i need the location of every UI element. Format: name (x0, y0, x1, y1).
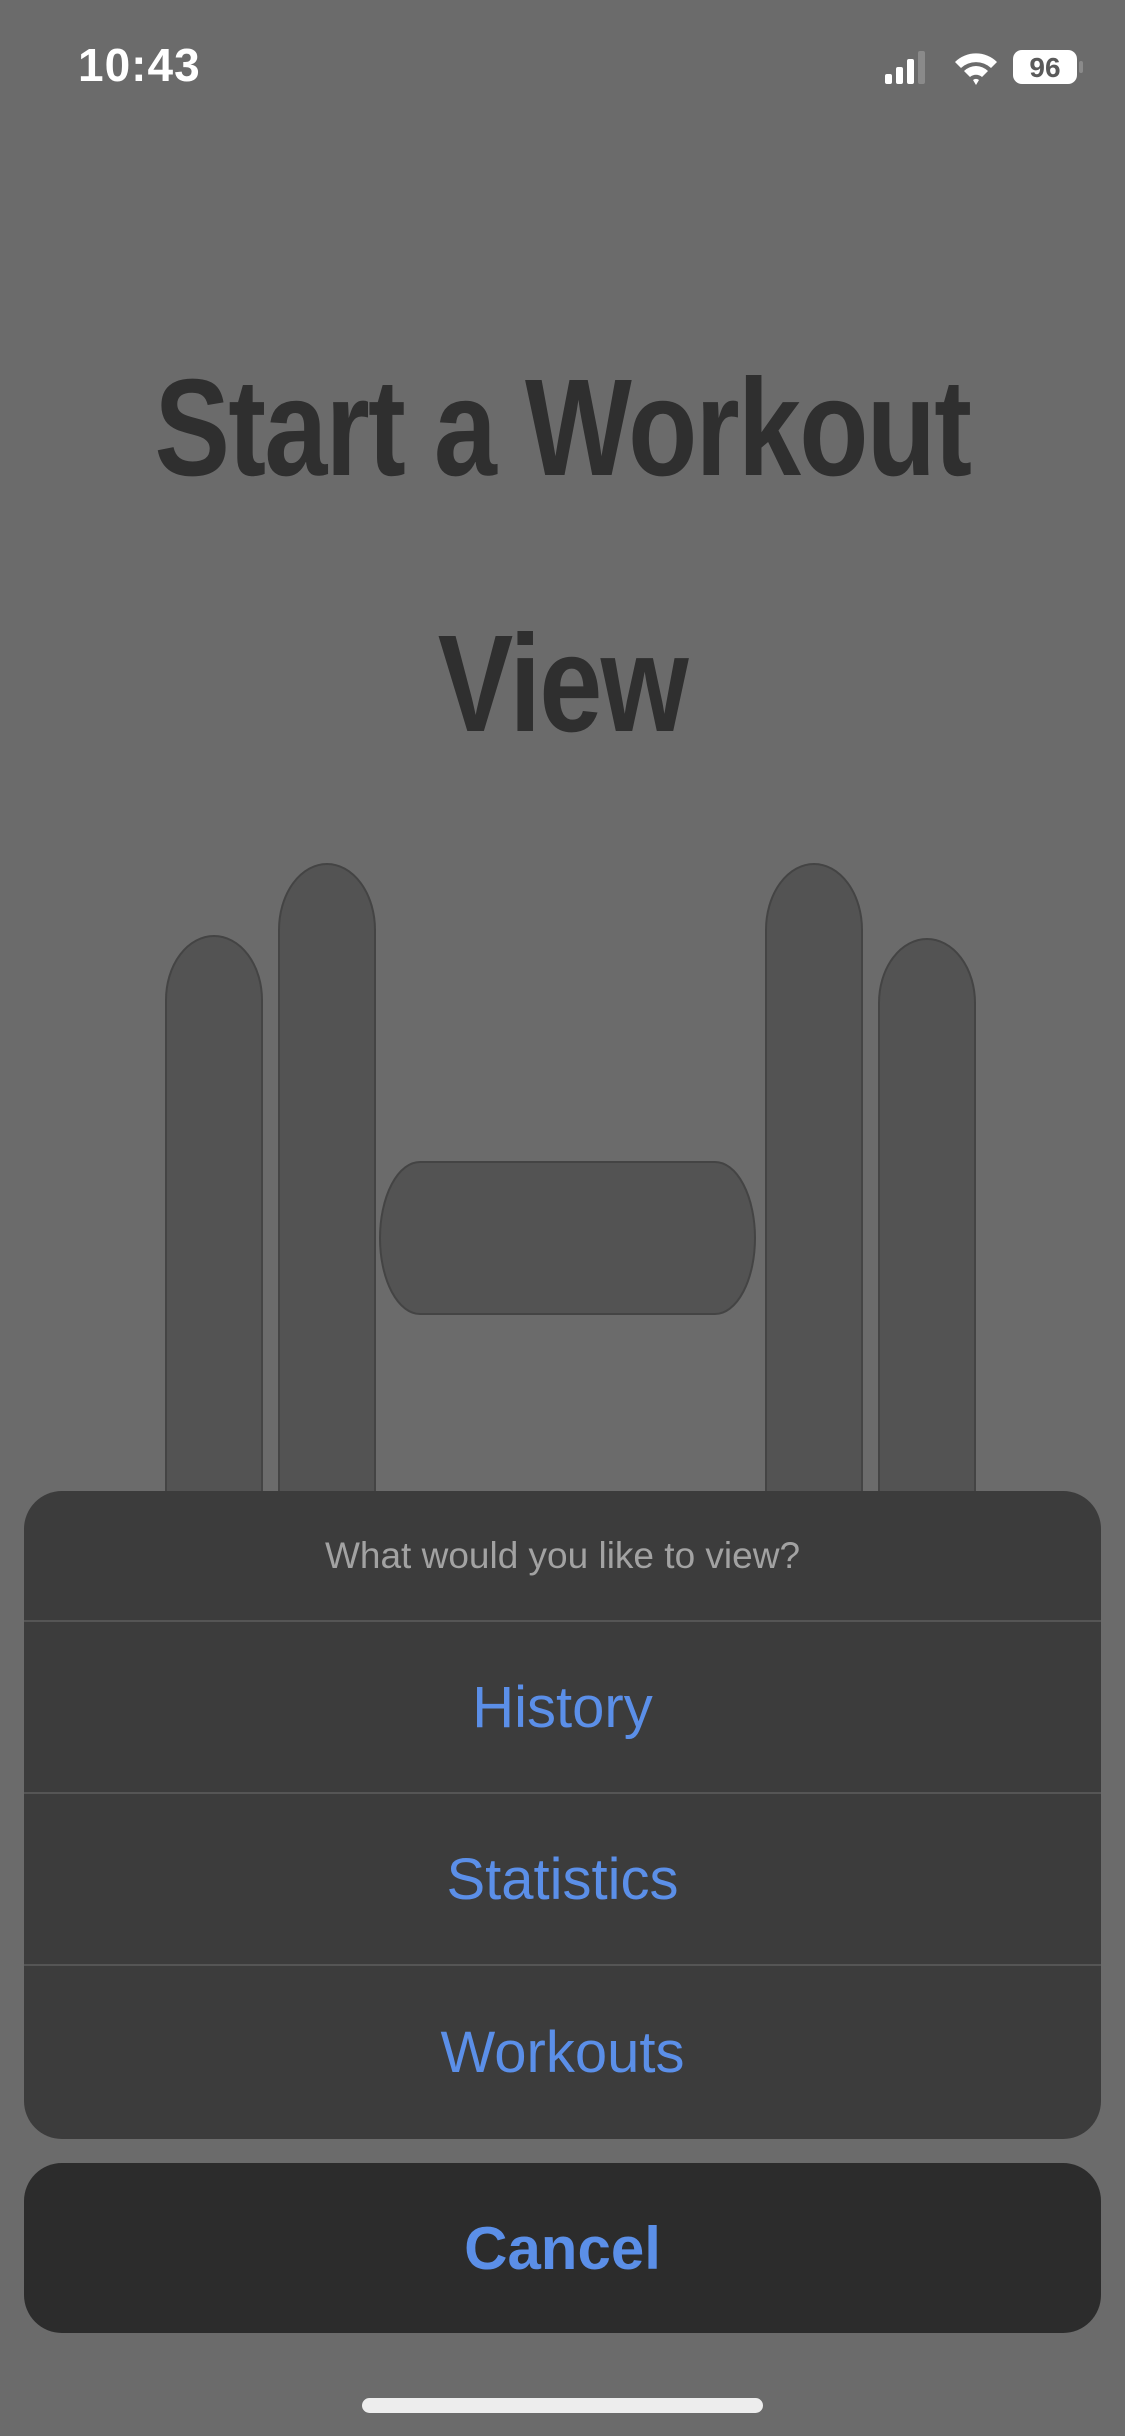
workouts-option-button[interactable]: Workouts (24, 1966, 1101, 2139)
status-bar: 10:43 96 (0, 0, 1125, 140)
cancel-button[interactable]: Cancel (24, 2163, 1101, 2333)
battery-level: 96 (1029, 52, 1060, 83)
status-icons: 96 (885, 50, 1083, 85)
history-option-button[interactable]: History (24, 1622, 1101, 1794)
home-indicator[interactable] (362, 2398, 763, 2413)
status-time: 10:43 (78, 39, 201, 91)
statistics-option-button[interactable]: Statistics (24, 1794, 1101, 1966)
page-title-line-2: View (437, 607, 689, 761)
wifi-icon (955, 53, 997, 85)
battery-icon: 96 (1013, 50, 1083, 84)
page-title: Start a Workout View (101, 300, 1024, 812)
action-sheet: What would you like to view? History Sta… (24, 1491, 1101, 2139)
page-title-line-1: Start a Workout (154, 351, 971, 505)
action-sheet-header: What would you like to view? (24, 1491, 1101, 1622)
cellular-signal-icon (885, 51, 925, 84)
